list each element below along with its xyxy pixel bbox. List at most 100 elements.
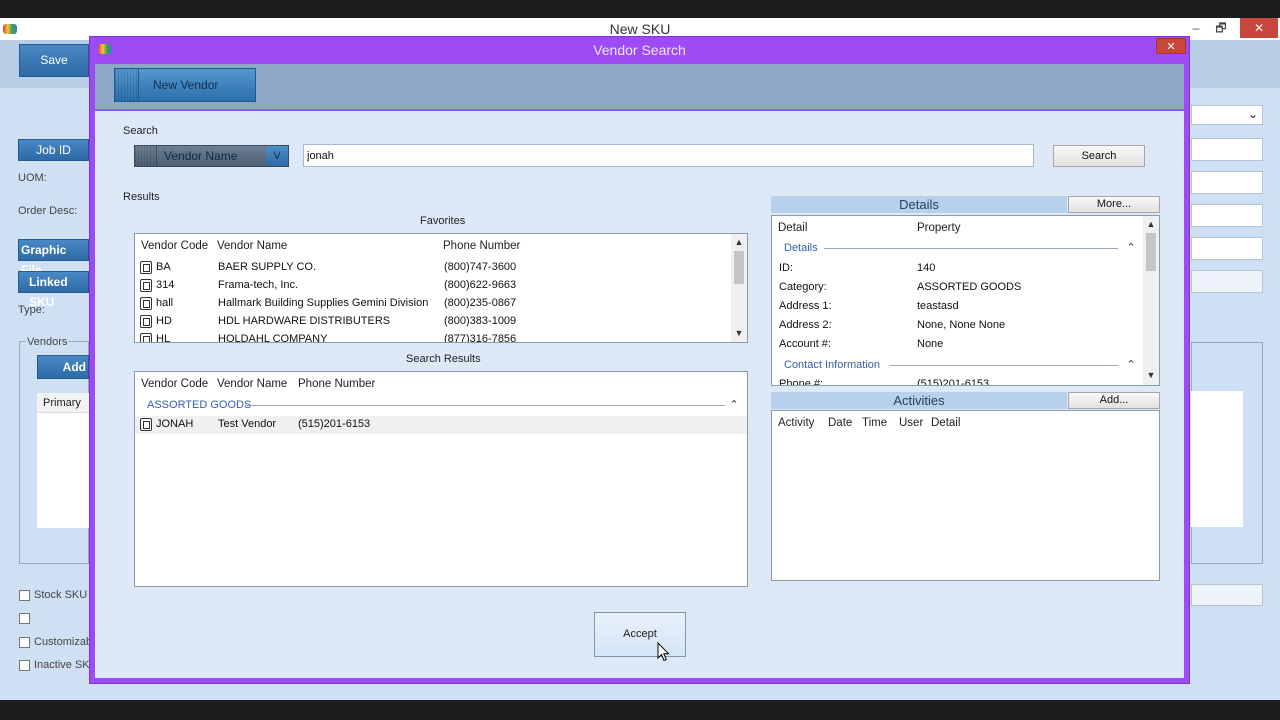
app-icon [3,24,17,34]
stock-sku-label: Stock SKU [34,589,88,601]
graphic-file-field[interactable] [1191,237,1263,260]
option-checkbox[interactable] [19,613,30,624]
vendor-code: 314 [156,279,175,291]
detail-label: Address 2: [779,319,832,331]
vendor-name: HOLDAHL COMPANY [218,333,328,343]
window-close-button[interactable]: ✕ [1240,18,1278,38]
new-vendor-button[interactable]: New Vendor [114,68,256,102]
dialog-toolbar [95,64,1184,110]
scroll-down-icon[interactable]: ▼ [1144,370,1158,380]
stock-sku-checkbox[interactable] [19,590,30,601]
linked-sku-button[interactable]: Linked SKU [18,271,89,309]
minimize-button[interactable]: – [1183,18,1209,38]
vendor-phone: (515)201-6153 [298,418,371,430]
new-vendor-label: New Vendor [153,78,219,92]
phone-number-column-header[interactable]: Phone Number [298,378,375,390]
collapse-section-icon[interactable]: ⌃ [1124,241,1138,254]
detail-label: Category: [779,281,827,293]
vendor-card-icon [140,315,152,328]
scrollbar-thumb[interactable] [1146,233,1156,271]
bottom-field[interactable] [1191,584,1263,606]
vendor-name-column-header[interactable]: Vendor Name [217,240,287,252]
type-dropdown[interactable]: ⌄ [1191,105,1263,125]
more-button[interactable]: More... [1068,196,1160,213]
scroll-up-icon[interactable]: ▲ [732,237,746,247]
detail-value: None, None None [917,319,1006,331]
results-label: Results [123,191,160,203]
collapse-section-icon[interactable]: ⌃ [1124,358,1138,371]
vendor-name: Test Vendor [218,418,277,430]
detail-value: 140 [917,262,936,274]
vendor-code-column-header[interactable]: Vendor Code [141,240,208,252]
vendor-card-icon [140,418,152,431]
inactive-sku-checkbox[interactable] [19,660,30,671]
add-activity-button[interactable]: Add... [1068,392,1160,409]
vendors-grid [37,393,89,528]
customizable-checkbox[interactable] [19,637,30,648]
date-column-header[interactable]: Date [828,417,852,429]
search-field-selector[interactable]: Vendor Name V [134,145,289,167]
vendor-card-icon [140,333,152,342]
vendor-name: Frama-tech, Inc. [218,279,299,291]
time-column-header[interactable]: Time [862,417,887,429]
favorite-row[interactable]: hall Hallmark Building Supplies Gemini D… [135,295,731,313]
type-label: Type: [18,304,45,316]
vendor-card-icon [140,297,152,310]
phone-number-column-header[interactable]: Phone Number [443,240,520,252]
order-desc-field[interactable] [1191,204,1263,227]
activity-column-header[interactable]: Activity [778,417,814,429]
vendor-name: BAER SUPPLY CO. [218,261,317,273]
search-results-list[interactable]: Vendor Code Vendor Name Phone Number ASS… [134,371,748,587]
vendor-phone: (800)383-1009 [444,315,517,327]
vendor-code: JONAH [156,418,194,430]
vendor-card-icon [140,261,152,274]
detail-value: None [917,338,944,350]
favorites-scrollbar[interactable]: ▲ ▼ [731,234,747,342]
vendor-phone: (877)316-7856 [444,333,517,343]
linked-sku-field[interactable] [1191,270,1263,293]
accept-button[interactable]: Accept [594,612,686,657]
user-column-header[interactable]: User [899,417,923,429]
search-input[interactable] [303,144,1034,167]
property-column-header[interactable]: Property [917,222,960,234]
uom-field[interactable] [1191,171,1263,194]
scroll-down-icon[interactable]: ▼ [732,328,746,338]
search-result-row[interactable]: JONAH Test Vendor (515)201-6153 [135,416,747,434]
add-vendor-button[interactable]: Add [37,355,89,379]
favorite-row[interactable]: BA BAER SUPPLY CO. (800)747-3600 [135,259,731,277]
detail-value: ASSORTED GOODS [917,281,1022,293]
scroll-up-icon[interactable]: ▲ [1144,219,1158,229]
favorites-list[interactable]: Vendor Code Vendor Name Phone Number BA … [134,233,748,343]
vendor-card-icon [140,279,152,292]
mouse-cursor-icon [657,642,670,662]
dialog-close-button[interactable]: ✕ [1156,38,1186,54]
vendor-code: HL [156,333,171,343]
vendor-code: BA [156,261,171,273]
group-divider [245,405,725,406]
job-id-field[interactable] [1191,138,1263,161]
detail-label: Address 1: [779,300,832,312]
activities-list[interactable]: Activity Date Time User Detail [771,410,1160,581]
graphic-file-button[interactable]: Graphic File [18,239,89,277]
search-button[interactable]: Search [1053,145,1145,167]
details-list[interactable]: Detail Property Details ⌃ ID: 140 Catego… [771,215,1160,386]
contact-section-header[interactable]: Contact Information [784,359,880,371]
job-id-button[interactable]: Job ID [18,139,89,161]
detail-column-header[interactable]: Detail [931,417,960,429]
vendor-code-column-header[interactable]: Vendor Code [141,378,208,390]
save-button[interactable]: Save [19,44,89,77]
scrollbar-thumb[interactable] [734,251,744,284]
favorite-row[interactable]: HL HOLDAHL COMPANY (877)316-7856 [135,331,731,343]
vendor-name: HDL HARDWARE DISTRIBUTERS [218,315,391,327]
favorite-row[interactable]: HD HDL HARDWARE DISTRIBUTERS (800)383-10… [135,313,731,331]
restore-button[interactable]: 🗗 [1208,18,1234,38]
detail-column-header[interactable]: Detail [778,222,807,234]
favorite-row[interactable]: 314 Frama-tech, Inc. (800)622-9663 [135,277,731,295]
collapse-group-icon[interactable]: ⌃ [727,398,741,411]
primary-column-header: Primary [37,393,89,413]
group-header[interactable]: ASSORTED GOODS [147,399,251,411]
favorites-label: Favorites [420,215,466,227]
details-scrollbar[interactable]: ▲ ▼ [1143,216,1159,385]
vendor-name-column-header[interactable]: Vendor Name [217,378,287,390]
details-section-header[interactable]: Details [784,242,818,254]
